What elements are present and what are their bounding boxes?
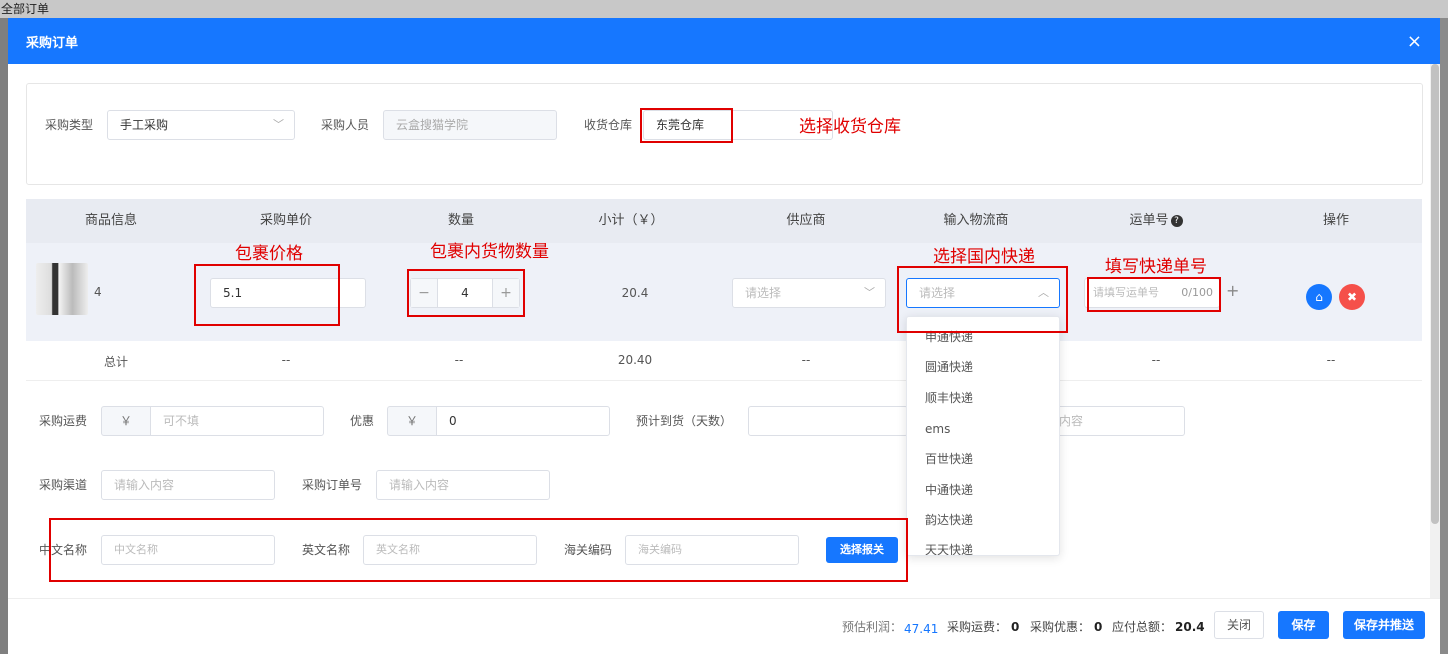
profit-value: 47.41: [904, 622, 939, 636]
warehouse-label: 收货仓库: [584, 118, 633, 132]
background-page-title: 全部订单: [0, 0, 1448, 18]
discount-input[interactable]: 0: [436, 406, 610, 436]
order-no-input[interactable]: 请输入内容: [376, 470, 550, 500]
supplier-placeholder: 请选择: [745, 286, 782, 300]
annotation-box-tracking: [1087, 277, 1221, 312]
total-tracking: --: [1151, 353, 1161, 367]
annotation-box-customs: [49, 518, 908, 582]
supplier-select[interactable]: 请选择 ﹀: [732, 278, 886, 308]
footer-total-number: 20.4: [1175, 620, 1205, 634]
total-ops: --: [1326, 353, 1336, 367]
courier-option[interactable]: 中通快递: [907, 475, 1059, 505]
buyer-value: 云盒搜猫学院: [396, 118, 469, 132]
purchase-type-label: 采购类型: [45, 118, 94, 132]
save-and-push-button[interactable]: 保存并推送: [1343, 611, 1425, 639]
annotation-warehouse: 选择收货仓库: [799, 117, 901, 137]
courier-option[interactable]: 顺丰快递: [907, 383, 1059, 413]
chevron-down-icon: ﹀: [273, 118, 284, 131]
modal-header: 采购订单 ×: [8, 18, 1440, 64]
footer-freight-value: 0: [1011, 615, 1019, 639]
annotation-tracking: 填写快递单号: [1105, 257, 1207, 277]
total-price: --: [281, 353, 291, 367]
purchase-order-modal: 采购订单 × 采购类型 手工采购 ﹀ 采购人员 云盒搜猫学院 收货仓库 东莞仓库…: [8, 18, 1440, 654]
scrollbar-thumb[interactable]: [1431, 64, 1439, 524]
freight-label: 采购运费: [39, 414, 88, 428]
courier-option[interactable]: ems: [907, 414, 1059, 444]
footer-discount-value: 0: [1094, 615, 1102, 639]
purchase-type-select[interactable]: 手工采购 ﹀: [107, 110, 295, 140]
col-subtotal: 小计（￥）: [598, 213, 664, 228]
footer-total-label: 应付总额：: [1112, 620, 1173, 634]
total-row: 总计 -- -- 20.40 -- -- --: [26, 341, 1422, 381]
col-actions: 操作: [1322, 213, 1349, 228]
annotation-price: 包裹价格: [235, 244, 303, 264]
table-header: 商品信息 采购单价 数量 小计（￥） 供应商 输入物流商 运单号? 操作: [26, 199, 1422, 243]
subtotal-value: 20.4: [621, 286, 649, 300]
annotation-box-quantity: [407, 269, 525, 317]
discount-label: 优惠: [350, 414, 375, 428]
buyer-label: 采购人员: [321, 118, 370, 132]
delete-icon[interactable]: ✖: [1339, 284, 1365, 310]
chevron-down-icon: ﹀: [864, 286, 875, 299]
col-supplier: 供应商: [786, 213, 826, 228]
annotation-courier: 选择国内快递: [933, 247, 1035, 267]
total-subtotal: 20.40: [617, 353, 653, 367]
courier-option[interactable]: 圆通快递: [907, 352, 1059, 382]
eta-input[interactable]: [748, 406, 908, 436]
footer-discount-label: 采购优惠：: [1030, 620, 1091, 634]
col-product: 商品信息: [84, 213, 137, 228]
col-logistics: 输入物流商: [943, 213, 1009, 228]
col-unit-price: 采购单价: [259, 213, 312, 228]
discount-currency: ￥: [387, 406, 437, 436]
annotation-box-warehouse: [640, 108, 733, 143]
col-quantity: 数量: [447, 213, 474, 228]
save-button[interactable]: 保存: [1278, 611, 1329, 639]
courier-option[interactable]: 韵达快递: [907, 505, 1059, 535]
annotation-box-price: [194, 264, 340, 326]
annotation-quantity: 包裹内货物数量: [430, 242, 549, 262]
product-thumbnail: [36, 263, 88, 315]
remark-input[interactable]: 内容: [1044, 406, 1185, 436]
scrollbar[interactable]: [1430, 64, 1440, 604]
footer-freight-number: 0: [1011, 620, 1020, 634]
footer-discount-number: 0: [1094, 620, 1103, 634]
annotation-box-courier: [897, 266, 1068, 333]
close-button[interactable]: 关闭: [1214, 611, 1264, 639]
freight-currency: ￥: [101, 406, 151, 436]
eta-label: 预计到货（天数）: [636, 414, 733, 428]
courier-option[interactable]: 百世快递: [907, 444, 1059, 474]
modal-footer: 预估利润： 47.41 采购运费： 0 采购优惠： 0 应付总额： 20.4 关…: [8, 598, 1440, 654]
order-no-label: 采购订单号: [302, 478, 363, 492]
channel-input[interactable]: 请输入内容: [101, 470, 275, 500]
courier-dropdown: 申通快递 圆通快递 顺丰快递 ems 百世快递 中通快递 韵达快递 天天快递: [906, 316, 1060, 556]
help-icon[interactable]: ?: [1170, 214, 1183, 227]
courier-option[interactable]: 天天快递: [907, 535, 1059, 555]
product-name: 4: [94, 285, 102, 299]
purchase-type-value: 手工采购: [120, 118, 169, 132]
col-tracking: 运单号?: [1116, 199, 1196, 243]
profit-label: 预估利润：: [842, 620, 903, 634]
footer-freight-label: 采购运费：: [947, 620, 1008, 634]
total-qty: --: [454, 353, 464, 367]
freight-input[interactable]: 可不填: [150, 406, 324, 436]
add-tracking-icon[interactable]: +: [1226, 281, 1239, 300]
buyer-field: 云盒搜猫学院: [383, 110, 557, 140]
home-icon[interactable]: ⌂: [1306, 284, 1332, 310]
modal-title: 采购订单: [26, 35, 79, 51]
col-tracking-label: 运单号: [1129, 213, 1169, 228]
footer-total-value: 20.4: [1175, 615, 1205, 639]
total-label: 总计: [103, 355, 128, 369]
total-supplier: --: [801, 353, 811, 367]
channel-label: 采购渠道: [39, 478, 88, 492]
close-icon[interactable]: ×: [1407, 31, 1422, 52]
